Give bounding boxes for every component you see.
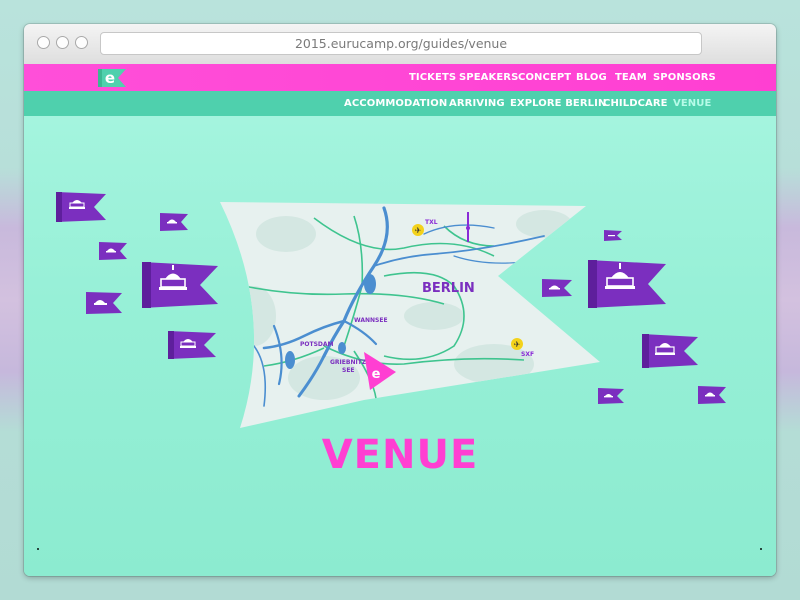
- nav-speakers[interactable]: SPEAKERS: [459, 72, 518, 83]
- subnav-venue[interactable]: VENUE: [673, 98, 711, 109]
- subnav-explore-berlin[interactable]: EXPLORE BERLIN: [510, 98, 606, 109]
- map-label-griebnitzsee: GRIEBNITZ-: [330, 359, 369, 366]
- eurucamp-logo-icon[interactable]: e: [96, 67, 128, 89]
- nav-team[interactable]: TEAM: [615, 72, 647, 83]
- subnav-arriving[interactable]: ARRIVING: [449, 98, 505, 109]
- minimize-window-button[interactable]: [56, 36, 69, 49]
- maximize-window-button[interactable]: [75, 36, 88, 49]
- venue-marker-letter: e: [372, 367, 381, 382]
- main-content: ✈ TXL ✈ SXF BERLIN WANNSEE POTSDAM GRIEB…: [24, 116, 776, 576]
- logo-letter: e: [105, 69, 115, 87]
- close-window-button[interactable]: [37, 36, 50, 49]
- decorative-dot: [37, 548, 39, 550]
- map-label-sxf: SXF: [521, 351, 534, 358]
- nav-tickets[interactable]: TICKETS: [409, 72, 456, 83]
- map-label-berlin: BERLIN: [422, 281, 475, 296]
- map-label-wannsee: WANNSEE: [354, 317, 388, 324]
- subnav-childcare[interactable]: CHILDCARE: [603, 98, 668, 109]
- map-label-txl: TXL: [425, 219, 438, 226]
- berlin-venue-map: ✈ TXL ✈ SXF BERLIN WANNSEE POTSDAM GRIEB…: [220, 202, 600, 428]
- nav-concept[interactable]: CONCEPT: [518, 72, 571, 83]
- map-label-griebnitzsee-2: SEE: [342, 367, 355, 374]
- map-label-potsdam: POTSDAM: [300, 341, 334, 348]
- nav-sponsors[interactable]: SPONSORS: [653, 72, 716, 83]
- page-title: VENUE: [321, 432, 479, 478]
- svg-text:✈: ✈: [415, 226, 422, 235]
- guides-navigation: ACCOMMODATION ARRIVING EXPLORE BERLIN CH…: [24, 91, 776, 116]
- browser-chrome: 2015.eurucamp.org/guides/venue: [24, 24, 776, 65]
- browser-window: 2015.eurucamp.org/guides/venue e TICKETS…: [24, 24, 776, 576]
- main-navigation: e TICKETS SPEAKERS CONCEPT BLOG TEAM SPO…: [24, 64, 776, 91]
- decorative-dot: [760, 548, 762, 550]
- address-bar[interactable]: 2015.eurucamp.org/guides/venue: [100, 32, 702, 55]
- svg-text:✈: ✈: [514, 340, 521, 349]
- nav-blog[interactable]: BLOG: [576, 72, 607, 83]
- subnav-accommodation[interactable]: ACCOMMODATION: [344, 98, 447, 109]
